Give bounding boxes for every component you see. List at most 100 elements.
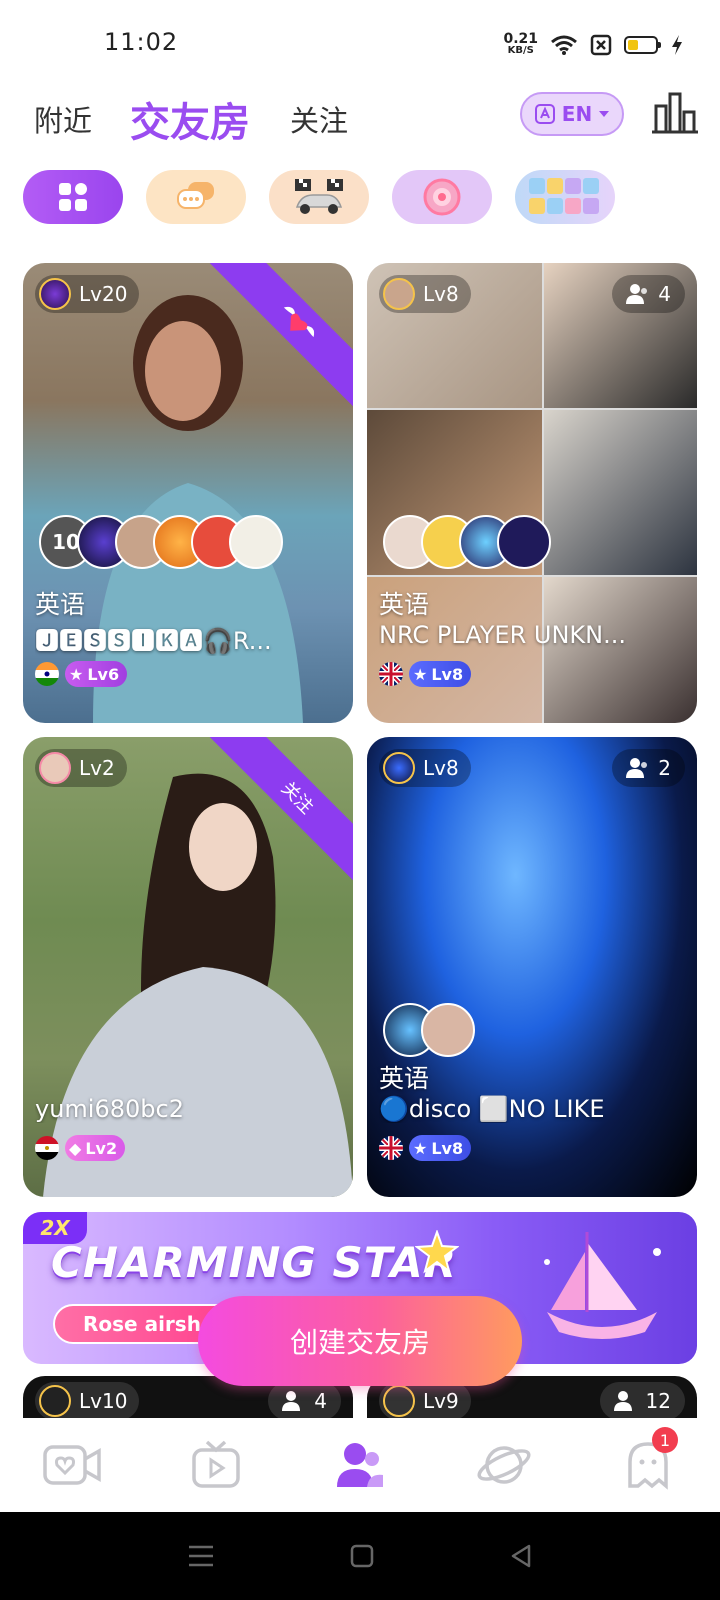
room-level-badge: Lv2 <box>35 749 127 787</box>
host-info: ★ Lv8 <box>379 661 472 687</box>
room-level-badge: Lv9 <box>379 1382 471 1418</box>
member-count-badge: 2 <box>612 749 685 787</box>
host-level-badge: ◆ Lv2 <box>65 1135 126 1161</box>
home-icon[interactable] <box>350 1544 374 1568</box>
star-icon: ★ <box>413 664 428 684</box>
category-racing[interactable] <box>269 170 369 224</box>
room-title: 🔵disco ⬜NO LIKE <box>379 1095 605 1123</box>
net-speed-unit: KB/S <box>507 45 534 56</box>
nav-messages[interactable]: 1 <box>616 1427 680 1497</box>
room-cover-photo <box>367 737 697 1197</box>
menu-icon[interactable] <box>187 1544 215 1568</box>
room-card[interactable]: Lv20 10 英语 🅹🅴🆂🆂🅸🅺🅰🎧R... ★ Lv6 <box>23 263 353 723</box>
uk-flag-icon <box>379 662 403 686</box>
wheel-icon <box>423 178 461 216</box>
nav-friend-room[interactable] <box>328 1433 392 1497</box>
unread-badge: 1 <box>652 1427 678 1453</box>
room-title: NRC PLAYER UNKN... <box>379 621 626 649</box>
charging-icon <box>672 35 682 55</box>
create-room-button[interactable]: 创建交友房 <box>198 1296 522 1386</box>
room-level: Lv10 <box>79 1389 128 1413</box>
uk-flag-icon <box>379 1136 403 1160</box>
india-flag-icon <box>35 662 59 686</box>
category-wheel[interactable] <box>392 170 492 224</box>
star-icon: ★ <box>413 1138 428 1158</box>
member-count-badge: 4 <box>612 275 685 313</box>
category-puzzle[interactable] <box>515 170 615 224</box>
member-count: 4 <box>314 1389 327 1413</box>
room-level: Lv8 <box>423 756 459 780</box>
avatar <box>497 515 551 569</box>
room-card[interactable]: Lv8 2 英语 🔵disco ⬜NO LIKE ★ Lv8 <box>367 737 697 1197</box>
users-icon <box>337 1443 383 1487</box>
host-level-badge: ★ Lv8 <box>409 661 472 687</box>
host-level: Lv8 <box>431 1138 464 1158</box>
battery-icon <box>624 36 661 54</box>
users-icon <box>613 1391 632 1411</box>
room-level: Lv2 <box>79 756 115 780</box>
room-title: yumi680bc2 <box>35 1095 184 1123</box>
room-level-badge: Lv8 <box>379 749 471 787</box>
avatar <box>229 515 283 569</box>
diamond-icon: ◆ <box>69 1138 82 1158</box>
category-all[interactable] <box>23 170 123 224</box>
language-button[interactable]: EN <box>520 92 624 136</box>
room-card[interactable]: 关注 Lv2 yumi680bc2 ◆ Lv2 <box>23 737 353 1197</box>
host-level-badge: ★ Lv6 <box>65 661 128 687</box>
no-sim-icon <box>590 34 612 56</box>
category-chat[interactable] <box>146 170 246 224</box>
nav-live[interactable] <box>40 1433 104 1497</box>
member-avatars: 10 <box>39 515 283 569</box>
system-navigation-bar <box>0 1512 720 1600</box>
room-level: Lv9 <box>423 1389 459 1413</box>
member-count-badge: 4 <box>268 1382 341 1418</box>
room-level: Lv20 <box>79 282 128 306</box>
bottom-navigation: 1 <box>0 1418 720 1512</box>
tab-nearby[interactable]: 附近 <box>34 98 92 140</box>
status-time: 11:02 <box>104 28 179 56</box>
host-avatar <box>39 752 71 784</box>
room-level-badge: Lv8 <box>379 275 471 313</box>
status-icons: 0.21 KB/S <box>503 28 684 62</box>
tab-following[interactable]: 关注 <box>290 98 348 140</box>
host-avatar <box>383 1385 415 1417</box>
banner-title: CHARMING STAR <box>51 1238 457 1287</box>
translate-icon <box>534 104 555 124</box>
back-icon[interactable] <box>509 1544 533 1568</box>
tab-friend-room[interactable]: 交友房 <box>130 90 250 148</box>
users-icon <box>282 1391 301 1411</box>
wifi-icon <box>551 35 577 55</box>
language-label: EN <box>561 102 593 126</box>
nav-discover[interactable] <box>472 1433 536 1497</box>
room-level-badge: Lv10 <box>35 1382 140 1418</box>
category-filter <box>23 170 615 224</box>
nav-video[interactable] <box>184 1433 248 1497</box>
status-bar: 11:02 0.21 KB/S <box>0 0 720 88</box>
member-avatars <box>383 515 551 569</box>
bar-chart-icon[interactable] <box>652 92 698 134</box>
number-puzzle-icon <box>529 178 599 214</box>
grid-icon <box>59 183 87 211</box>
host-level: Lv8 <box>431 664 464 684</box>
avatar <box>421 1003 475 1057</box>
race-car-icon <box>295 179 343 214</box>
host-avatar <box>39 1385 71 1417</box>
host-info: ◆ Lv2 <box>35 1135 126 1161</box>
top-header: 附近 交友房 关注 EN <box>0 88 720 160</box>
net-speed-value: 0.21 <box>503 31 538 47</box>
room-card[interactable]: Lv8 4 英语 NRC PLAYER UNKN... ★ Lv8 <box>367 263 697 723</box>
room-cover-collage <box>367 263 697 723</box>
egypt-flag-icon <box>35 1136 59 1160</box>
host-level: Lv2 <box>85 1138 118 1158</box>
room-language: 英语 <box>379 590 430 619</box>
network-speed: 0.21 KB/S <box>503 31 538 57</box>
caret-down-icon <box>599 111 610 117</box>
host-level: Lv6 <box>87 664 120 684</box>
airship-icon <box>544 1232 661 1339</box>
star-icon <box>415 1230 459 1274</box>
battery-level <box>628 40 639 50</box>
member-count-badge: 12 <box>599 1382 685 1418</box>
chat-bubbles-icon <box>177 182 214 209</box>
host-info: ★ Lv6 <box>35 661 128 687</box>
video-heart-icon <box>43 1445 101 1485</box>
